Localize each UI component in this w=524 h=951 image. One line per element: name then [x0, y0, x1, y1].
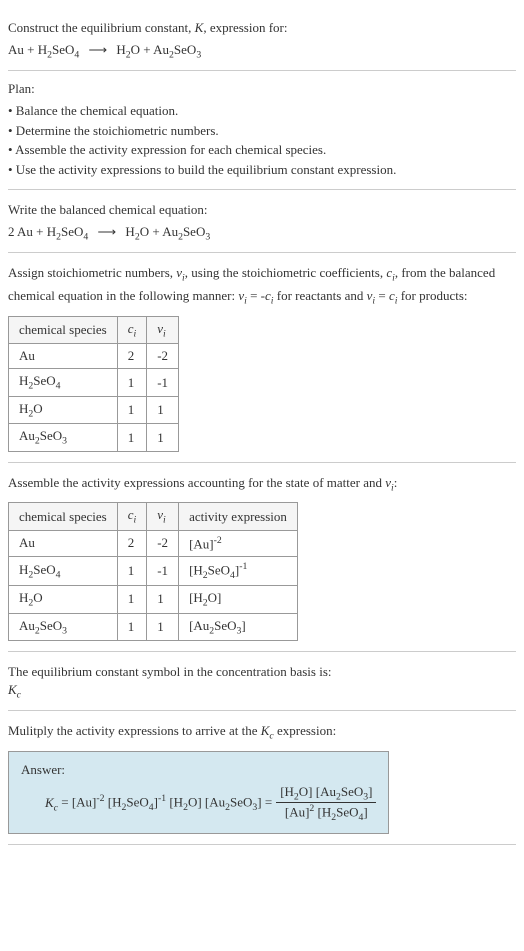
answer-equation: Kc = [Au]-2 [H2SeO4]-1 [H2O] [Au2SeO3] =… — [45, 784, 376, 824]
table-cell: 1 — [147, 613, 179, 641]
table-header: activity expression — [179, 503, 298, 531]
table-cell: 1 — [117, 557, 147, 586]
symbol-value: Kc — [8, 682, 516, 701]
table-cell: [Au2SeO3] — [179, 613, 298, 641]
activity-table: chemical species ci νi activity expressi… — [8, 502, 298, 641]
table-header: νi — [147, 503, 179, 531]
activity-section: Assemble the activity expressions accoun… — [8, 463, 516, 652]
table-cell: 2 — [117, 530, 147, 556]
answer-lhs: Kc = [Au]-2 [H2SeO4]-1 [H2O] [Au2SeO3] = — [45, 793, 272, 813]
stoichiometric-section: Assign stoichiometric numbers, νi, using… — [8, 253, 516, 463]
table-row: Au2SeO3 1 1 — [9, 424, 179, 452]
table-cell: 1 — [117, 369, 147, 397]
table-cell: -2 — [147, 344, 179, 369]
table-cell: H2O — [9, 396, 118, 424]
table-row: Au 2 -2 [Au]-2 — [9, 530, 298, 556]
table-cell: Au — [9, 344, 118, 369]
table-cell: Au — [9, 530, 118, 556]
table-cell: 1 — [147, 424, 179, 452]
table-cell: H2SeO4 — [9, 557, 118, 586]
table-cell: -2 — [147, 530, 179, 556]
table-cell: [Au]-2 — [179, 530, 298, 556]
table-cell: 2 — [117, 344, 147, 369]
table-cell: [H2SeO4]-1 — [179, 557, 298, 586]
fraction-numerator: [H2O] [Au2SeO3] — [276, 784, 376, 804]
stoich-desc: Assign stoichiometric numbers, νi, using… — [8, 263, 516, 309]
table-cell: 1 — [117, 396, 147, 424]
balanced-equation: 2 Au + H2SeO4 ⟶ H2O + Au2SeO3 — [8, 224, 516, 243]
answer-label: Answer: — [21, 762, 376, 778]
table-row: H2O 1 1 — [9, 396, 179, 424]
multiply-section: Mulitply the activity expressions to arr… — [8, 711, 516, 845]
table-cell: 1 — [147, 396, 179, 424]
table-row: Au2SeO3 1 1 [Au2SeO3] — [9, 613, 298, 641]
table-cell: 1 — [117, 586, 147, 614]
intro-equation: Au + H2SeO4 ⟶ H2O + Au2SeO3 — [8, 42, 516, 61]
symbol-section: The equilibrium constant symbol in the c… — [8, 652, 516, 711]
plan-title: Plan: — [8, 81, 516, 97]
intro-section: Construct the equilibrium constant, K, e… — [8, 8, 516, 71]
plan-section: Plan: • Balance the chemical equation. •… — [8, 71, 516, 190]
table-row: H2O 1 1 [H2O] — [9, 586, 298, 614]
table-row: H2SeO4 1 -1 [H2SeO4]-1 — [9, 557, 298, 586]
plan-item: • Use the activity expressions to build … — [8, 160, 516, 180]
table-header-row: chemical species ci νi activity expressi… — [9, 503, 298, 531]
symbol-line1: The equilibrium constant symbol in the c… — [8, 662, 516, 682]
table-header-row: chemical species ci νi — [9, 316, 179, 344]
table-cell: -1 — [147, 369, 179, 397]
multiply-desc: Mulitply the activity expressions to arr… — [8, 721, 516, 744]
table-cell: Au2SeO3 — [9, 613, 118, 641]
activity-desc: Assemble the activity expressions accoun… — [8, 473, 516, 496]
fraction-denominator: [Au]2 [H2SeO4] — [276, 803, 376, 823]
stoich-table: chemical species ci νi Au 2 -2 H2SeO4 1 … — [8, 316, 179, 452]
plan-item: • Assemble the activity expression for e… — [8, 140, 516, 160]
balanced-section: Write the balanced chemical equation: 2 … — [8, 190, 516, 253]
table-header: ci — [117, 503, 147, 531]
table-row: H2SeO4 1 -1 — [9, 369, 179, 397]
table-cell: 1 — [117, 613, 147, 641]
table-header: ci — [117, 316, 147, 344]
table-cell: H2SeO4 — [9, 369, 118, 397]
answer-box: Answer: Kc = [Au]-2 [H2SeO4]-1 [H2O] [Au… — [8, 751, 389, 835]
table-cell: -1 — [147, 557, 179, 586]
table-header: chemical species — [9, 503, 118, 531]
table-cell: [H2O] — [179, 586, 298, 614]
table-cell: Au2SeO3 — [9, 424, 118, 452]
plan-item: • Balance the chemical equation. — [8, 101, 516, 121]
balanced-title: Write the balanced chemical equation: — [8, 200, 516, 220]
table-cell: 1 — [147, 586, 179, 614]
intro-line: Construct the equilibrium constant, K, e… — [8, 18, 516, 38]
table-row: Au 2 -2 — [9, 344, 179, 369]
table-header: νi — [147, 316, 179, 344]
table-header: chemical species — [9, 316, 118, 344]
table-cell: H2O — [9, 586, 118, 614]
table-cell: 1 — [117, 424, 147, 452]
plan-item: • Determine the stoichiometric numbers. — [8, 121, 516, 141]
answer-fraction: [H2O] [Au2SeO3] [Au]2 [H2SeO4] — [276, 784, 376, 824]
